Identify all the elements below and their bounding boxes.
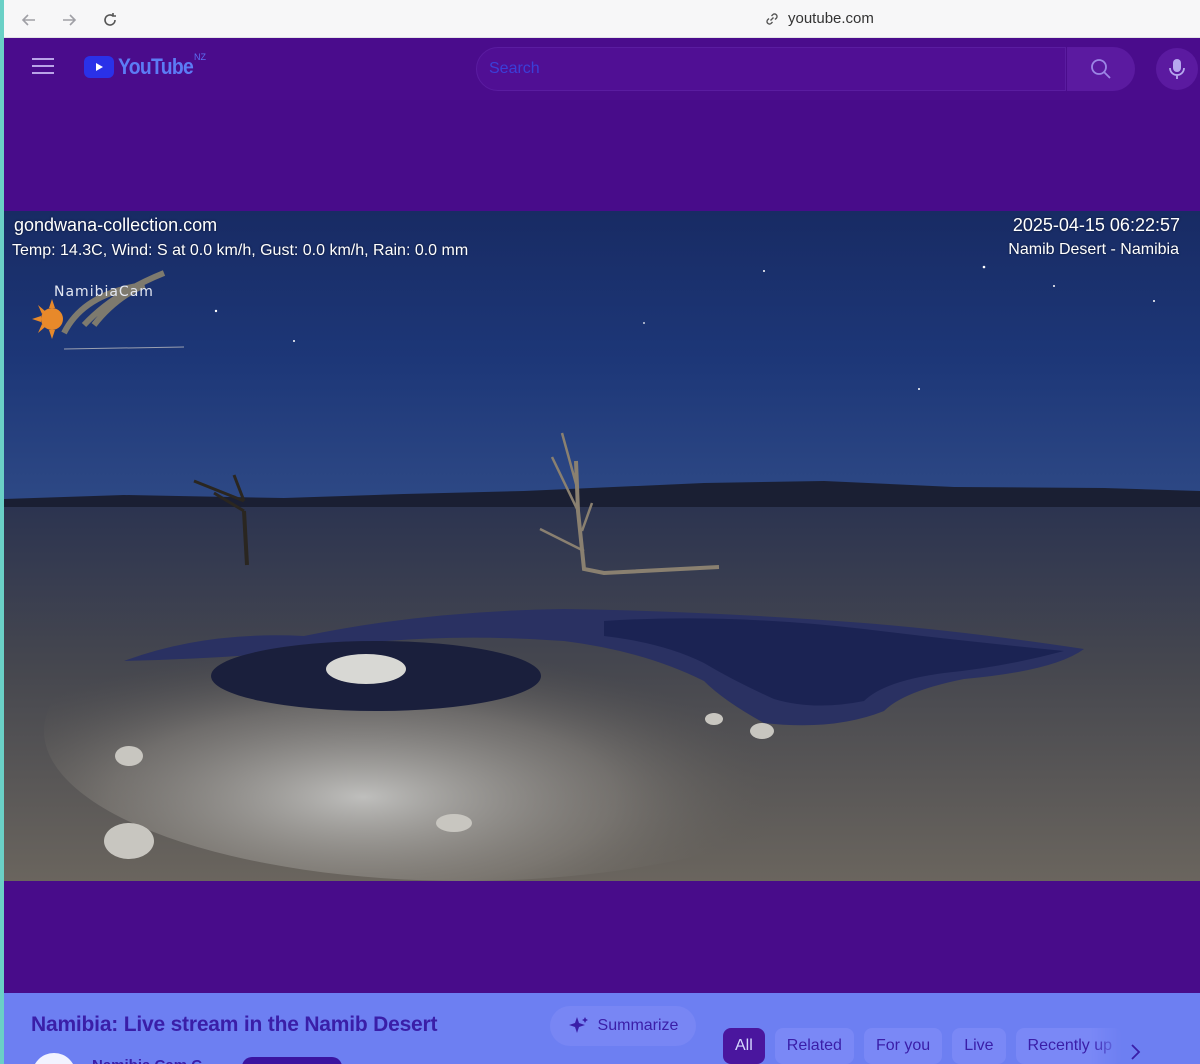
chip-bar: All Related For you Live Recently up [723,1028,1122,1064]
search-icon [1091,59,1111,79]
menu-icon[interactable] [32,58,54,80]
summarize-label: Summarize [597,1017,679,1034]
country-code: NZ [194,52,206,62]
youtube-logo[interactable]: YouTube NZ [84,52,206,80]
chip-live[interactable]: Live [952,1028,1006,1064]
summarize-button[interactable]: Summarize [550,1006,696,1046]
chip-related[interactable]: Related [774,1028,854,1064]
browser-toolbar: youtube.com [4,0,1200,38]
play-icon [84,56,114,78]
overlay-weather: Temp: 14.3C, Wind: S at 0.0 km/h, Gust: … [12,242,469,259]
subscribe-button[interactable] [242,1057,342,1064]
video-title: Namibia: Live stream in the Namib Desert [31,1013,438,1036]
video-info-bar: Namibia: Live stream in the Namib Desert… [4,993,1200,1064]
overlay-location: Namib Desert - Namibia [1008,241,1179,258]
url-text: youtube.com [788,10,874,27]
video-player[interactable]: NamibiaCam gondwana-collection.com Temp:… [4,211,1200,881]
masthead: YouTube NZ [4,38,1200,100]
overlay-site: gondwana-collection.com [14,215,218,235]
channel-avatar[interactable] [32,1053,76,1064]
chip-all[interactable]: All [723,1028,765,1064]
microphone-icon [1169,59,1185,79]
back-arrow-icon[interactable] [16,7,42,33]
chevron-right-icon[interactable] [1128,1043,1142,1064]
chip-recently-uploaded[interactable]: Recently up [1015,1028,1122,1064]
cam-logo-text: NamibiaCam [54,284,154,300]
reload-icon[interactable] [97,7,123,33]
voice-search-button[interactable] [1156,48,1198,90]
namibiacam-logo-icon [32,270,185,350]
address-bar[interactable]: youtube.com [764,10,874,27]
channel-name[interactable]: Namibia Cam C... [92,1057,215,1064]
link-icon [766,12,778,25]
forward-arrow-icon[interactable] [56,7,82,33]
search-button[interactable] [1067,47,1135,91]
sparkle-icon [568,1017,588,1033]
chip-for-you[interactable]: For you [863,1028,943,1064]
search-input[interactable] [489,58,1049,80]
overlay-timestamp: 2025-04-15 06:22:57 [1012,215,1180,235]
youtube-page: YouTube NZ Search NamibiaCam gondwana-co… [4,38,1200,1064]
logo-text: YouTube [118,54,194,79]
search-box [476,47,1066,91]
